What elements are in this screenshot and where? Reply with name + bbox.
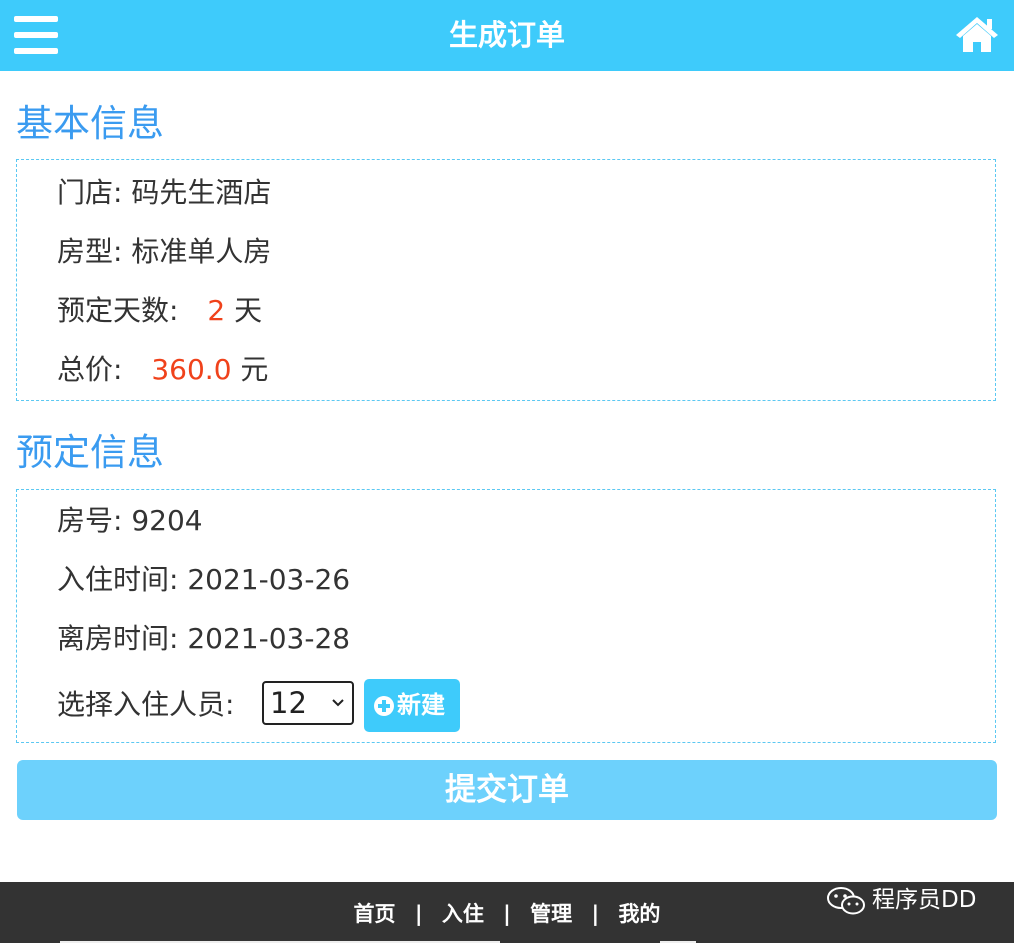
checkout-row: 离房时间: 2021-03-28 <box>57 621 350 657</box>
store-value: 码先生酒店 <box>131 176 272 209</box>
footer-separator: | <box>503 902 511 926</box>
basic-info-title: 基本信息 <box>16 102 164 145</box>
footer-separator: | <box>591 902 600 926</box>
days-unit: 天 <box>234 294 263 327</box>
footer-link-manage[interactable]: 管理 <box>530 902 572 926</box>
room-type-label: 房型: <box>57 235 123 268</box>
days-row: 预定天数: 2 天 <box>57 293 262 329</box>
room-no-value: 9204 <box>131 504 203 537</box>
guest-select-value: 12 <box>270 686 307 720</box>
guest-label: 选择入住人员: <box>57 688 235 721</box>
days-label: 预定天数: <box>57 294 179 327</box>
page-title: 生成订单 <box>448 18 565 52</box>
checkout-value: 2021-03-28 <box>187 622 351 655</box>
footer-link-home[interactable]: 首页 <box>354 902 396 926</box>
room-type-row: 房型: 标准单人房 <box>57 234 271 270</box>
checkin-row: 入住时间: 2021-03-26 <box>57 562 350 598</box>
total-unit: 元 <box>240 353 269 386</box>
plus-circle-icon <box>374 696 394 716</box>
new-guest-button[interactable]: 新建 <box>364 679 460 732</box>
store-row: 门店: 码先生酒店 <box>57 175 271 211</box>
days-value: 2 <box>207 294 226 327</box>
checkin-label: 入住时间: <box>57 563 179 596</box>
basic-info-box: 门店: 码先生酒店 房型: 标准单人房 预定天数: 2 天 总价: 360.0 … <box>16 159 996 401</box>
booking-info-box: 房号: 9204 入住时间: 2021-03-26 离房时间: 2021-03-… <box>16 489 996 743</box>
total-label: 总价: <box>57 353 123 386</box>
room-no-label: 房号: <box>57 504 123 537</box>
booking-info-title: 预定信息 <box>16 431 164 474</box>
checkout-label: 离房时间: <box>57 622 179 655</box>
footer-separator: | <box>414 902 423 926</box>
guest-select[interactable]: 12 <box>262 681 354 725</box>
home-icon[interactable] <box>954 14 1000 54</box>
room-no-row: 房号: 9204 <box>57 503 203 539</box>
total-row: 总价: 360.0 元 <box>57 352 268 388</box>
app-header: 生成订单 <box>0 0 1014 71</box>
checkin-value: 2021-03-26 <box>187 563 351 596</box>
new-guest-label: 新建 <box>397 691 445 719</box>
chevron-down-icon <box>332 699 344 707</box>
room-type-value: 标准单人房 <box>131 235 272 268</box>
submit-order-button[interactable]: 提交订单 <box>17 760 997 820</box>
watermark-text: 程序员DD <box>872 887 977 913</box>
wechat-icon <box>827 887 865 915</box>
total-value: 360.0 <box>151 353 232 386</box>
footer-link-mine[interactable]: 我的 <box>618 902 660 926</box>
store-label: 门店: <box>57 176 123 209</box>
footer-link-checkin[interactable]: 入住 <box>442 902 484 926</box>
